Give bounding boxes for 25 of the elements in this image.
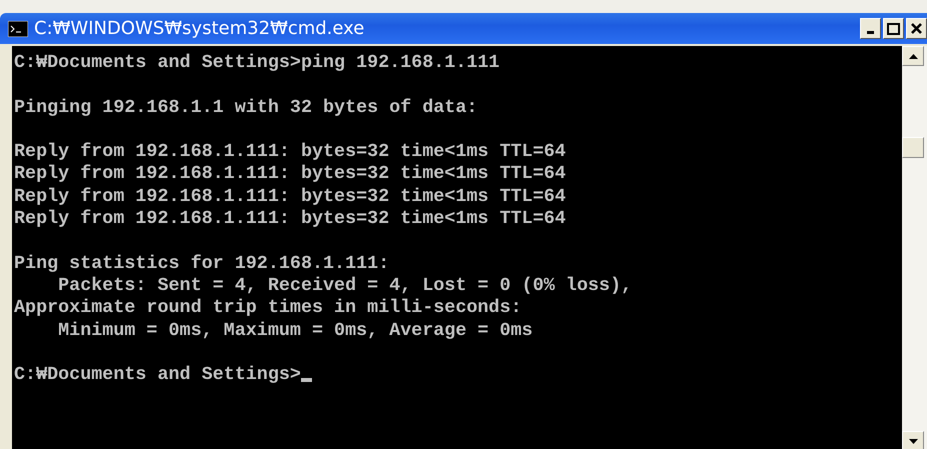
maximize-icon <box>887 22 900 34</box>
console-line: Reply from 192.168.1.111: bytes=32 time<1ms TTL=64 <box>14 163 566 186</box>
console-icon <box>8 20 28 36</box>
console-line: Approximate round trip times in milli-seconds: <box>14 297 522 320</box>
command-prompt: C:₩Documents and Settings> <box>14 364 301 386</box>
console-line: Ping statistics for 192.168.1.111: <box>14 252 390 275</box>
scroll-down-button[interactable] <box>902 431 924 449</box>
up-arrow-icon <box>908 54 918 58</box>
console-line: Pinging 192.168.1.1 with 32 bytes of data: <box>14 96 478 119</box>
scroll-up-button[interactable] <box>902 46 924 66</box>
scroll-thumb[interactable] <box>902 137 924 158</box>
console-line: Reply from 192.168.1.111: bytes=32 time<1ms TTL=64 <box>14 141 566 164</box>
down-arrow-icon <box>908 438 918 444</box>
maximize-button[interactable] <box>883 18 904 39</box>
scrollbar[interactable] <box>902 46 927 449</box>
minimize-button[interactable] <box>860 18 881 39</box>
window-title: C:₩WINDOWS₩system32₩cmd.exe <box>34 18 366 39</box>
console-line: Minimum = 0ms, Maximum = 0ms, Average = 0ms <box>57 320 533 342</box>
console-line: Reply from 192.168.1.111: bytes=32 time<1ms TTL=64 <box>14 208 566 230</box>
console-line: Packets: Sent = 4, Received = 4, Lost = 0 (0% loss), <box>57 274 632 298</box>
close-button[interactable] <box>906 18 927 39</box>
console-line: C:₩Documents and Settings>ping 192.168.1.111 <box>14 52 500 74</box>
minimize-icon <box>867 31 874 34</box>
console-line: Reply from 192.168.1.111: bytes=32 time<1ms TTL=64 <box>14 186 566 208</box>
close-icon <box>911 23 922 34</box>
